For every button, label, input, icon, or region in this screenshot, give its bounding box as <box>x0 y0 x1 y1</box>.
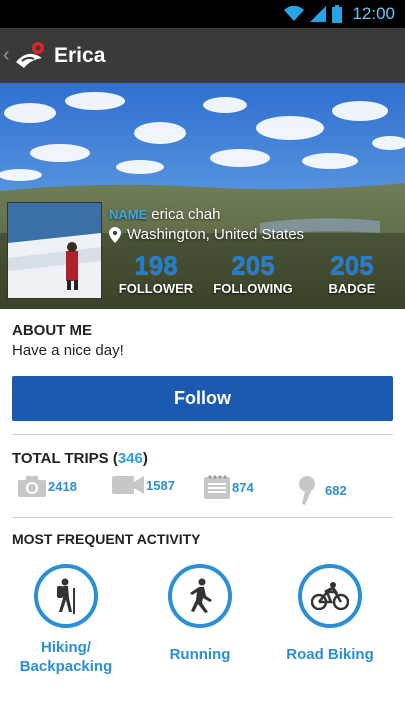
following-label: FOLLOWING <box>213 281 293 296</box>
follow-button[interactable]: Follow <box>12 376 393 421</box>
total-trips-title: TOTAL TRIPS (346) <box>12 450 148 467</box>
activity-circle <box>168 564 232 628</box>
profile-banner: NAME erica chah Washington, United States… <box>0 83 405 309</box>
activity-title: MOST FREQUENT ACTIVITY <box>12 531 201 547</box>
activity-label: Road Biking <box>286 646 374 663</box>
profile-name: erica chah <box>151 206 221 223</box>
trip-stat-notes[interactable]: 874 <box>204 475 254 499</box>
stat-badge[interactable]: 205 BADGE <box>318 251 386 296</box>
profile-name-line: NAME erica chah <box>109 206 221 223</box>
status-bar: 12:00 <box>0 0 405 28</box>
running-icon <box>190 578 212 613</box>
activity-road-biking[interactable]: Road Biking <box>270 564 390 664</box>
app-logo-icon[interactable] <box>14 40 46 72</box>
name-label: NAME <box>109 207 148 222</box>
total-trips-prefix: TOTAL TRIPS ( <box>12 450 118 467</box>
activity-label: Hiking/ Backpacking <box>19 639 113 675</box>
audio-count: 682 <box>325 482 347 498</box>
avatar[interactable] <box>7 202 102 299</box>
about-text: Have a nice day! <box>12 342 124 359</box>
stat-following[interactable]: 205 FOLLOWING <box>212 251 294 296</box>
stat-follower[interactable]: 198 FOLLOWER <box>118 251 194 296</box>
video-camera-icon <box>112 476 144 494</box>
follower-count: 198 <box>134 250 178 280</box>
battery-icon <box>332 5 343 23</box>
hiking-icon <box>57 578 75 614</box>
activity-hiking[interactable]: Hiking/ Backpacking <box>6 564 126 676</box>
profile-location: Washington, United States <box>127 226 305 243</box>
road-biking-icon <box>311 582 349 610</box>
photos-count: 2418 <box>48 478 77 494</box>
trip-stat-videos[interactable]: 1587 <box>112 475 175 495</box>
clock-time: 12:00 <box>352 4 395 23</box>
trip-stat-audio[interactable]: 682 <box>297 475 347 505</box>
divider <box>12 434 393 435</box>
divider <box>12 517 393 518</box>
page-title: Erica <box>54 43 106 67</box>
follower-label: FOLLOWER <box>118 281 194 296</box>
badge-label: BADGE <box>328 281 376 296</box>
activity-label: Running <box>169 646 231 663</box>
microphone-icon <box>299 476 315 505</box>
notes-count: 874 <box>232 479 254 495</box>
activity-circle <box>298 564 362 628</box>
signal-icon <box>310 6 327 22</box>
location-pin-icon <box>109 226 121 243</box>
chevron-left-icon[interactable]: ‹ <box>3 44 13 67</box>
profile-location-line: Washington, United States <box>109 226 304 243</box>
notepad-icon <box>204 475 230 499</box>
wifi-icon <box>284 6 305 21</box>
total-trips-count[interactable]: 346 <box>118 450 143 467</box>
following-count: 205 <box>231 250 275 280</box>
trip-stat-photos[interactable]: 2418 <box>18 475 77 497</box>
total-trips-suffix: ) <box>142 450 148 467</box>
app-bar: ‹ Erica <box>0 28 405 83</box>
badge-count: 205 <box>330 250 374 280</box>
videos-count: 1587 <box>146 477 175 493</box>
about-title: ABOUT ME <box>12 322 92 339</box>
activity-running[interactable]: Running <box>140 564 260 664</box>
activity-circle <box>34 564 98 628</box>
camera-icon <box>18 476 46 497</box>
